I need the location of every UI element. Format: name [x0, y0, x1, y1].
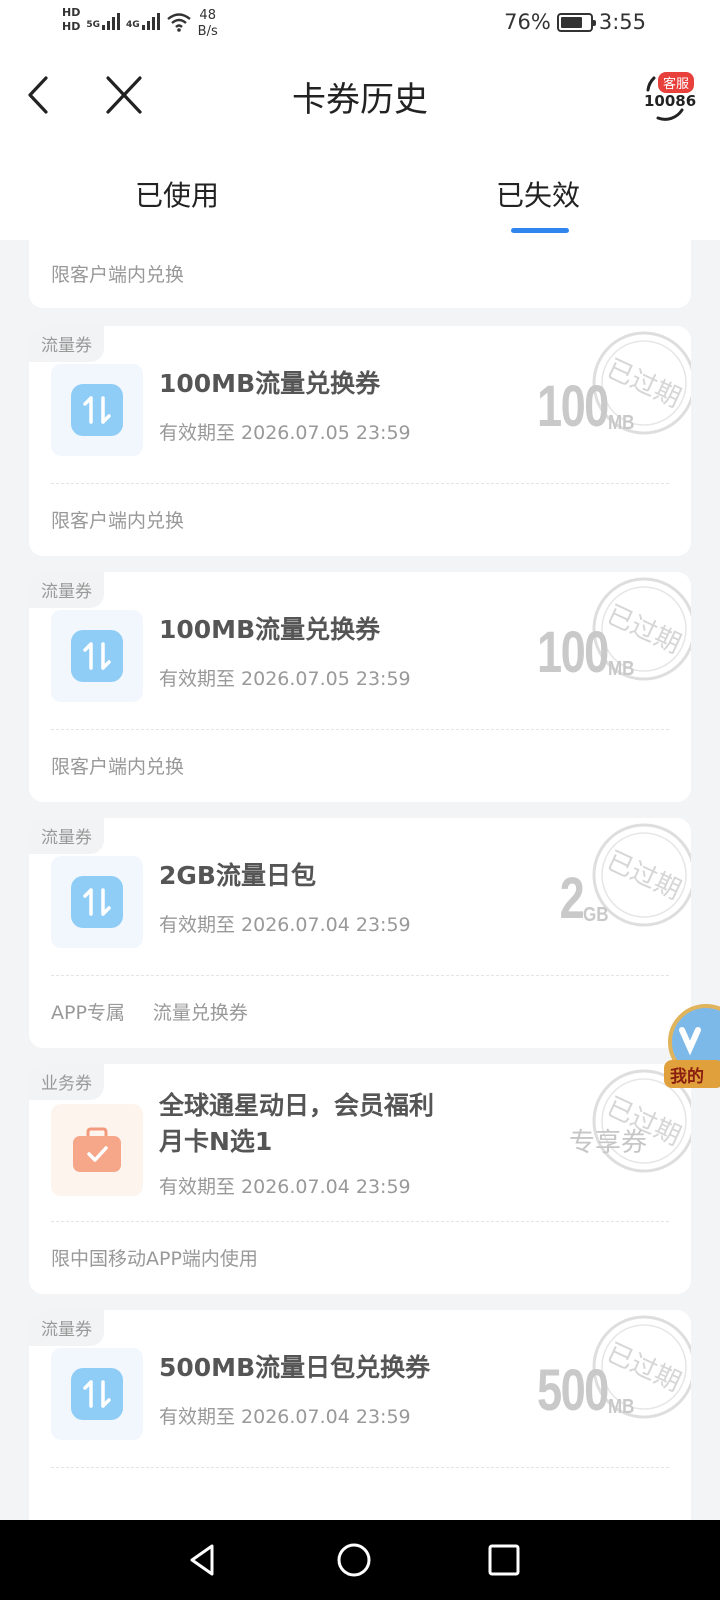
page-title: 卡券历史 [292, 80, 428, 120]
signal-bars-icon [141, 12, 160, 30]
circle-home-icon[interactable] [334, 1540, 374, 1580]
coupon-icon-box [51, 610, 143, 702]
coupon-icon-box [51, 1104, 143, 1196]
coupon-card[interactable]: 流量券 已过期 100MB流量兑换券 有效期至 2026.07.05 23:59… [29, 326, 691, 556]
coupon-type-tag: 流量券 [29, 818, 104, 854]
signal-2: 4G [126, 12, 160, 30]
service-number: 10086 [644, 92, 697, 110]
note-text: 限中国移动APP端内使用 [51, 1248, 258, 1270]
tab-bar: 已使用 已失效 [0, 168, 720, 240]
tab-used[interactable]: 已使用 [135, 174, 219, 214]
coupon-title-line: 全球通星动日，会员福利 [159, 1091, 435, 1120]
card-divider [51, 975, 669, 976]
hd-label: HD [62, 20, 81, 33]
data-transfer-icon [71, 630, 123, 682]
card-note: 限中国移动APP端内使用 [51, 1244, 258, 1271]
note-text: 限客户端内兑换 [51, 756, 185, 778]
coupon-value-number: 100 [537, 374, 609, 439]
signal-1: 5G [86, 12, 120, 30]
active-tab-indicator [511, 228, 569, 233]
system-nav-bar [0, 1520, 720, 1600]
note-text: 限客户端内兑换 [51, 510, 185, 532]
data-transfer-icon [71, 384, 123, 436]
coupon-icon-box [51, 856, 143, 948]
coupon-validity: 有效期至 2026.07.04 23:59 [159, 914, 411, 936]
card-note: 限客户端内兑换 [51, 752, 184, 779]
triangle-back-icon[interactable] [184, 1540, 224, 1580]
coupon-card-partial[interactable]: 限客户端内兑换 [29, 240, 691, 308]
coupon-value: 100 MB [517, 624, 639, 682]
coupon-value-unit: MB [607, 658, 635, 680]
coupon-value-unit: MB [607, 412, 635, 434]
coupon-value: 2 GB [553, 870, 613, 928]
signal-bars-icon [102, 12, 120, 30]
card-note: 限客户端内兑换 [51, 264, 185, 286]
status-bar: HD HD 5G 4G 48 B/s 76% 3:55 [0, 0, 720, 50]
speed-value: 48 [199, 8, 216, 23]
network-type-label: 5G [86, 20, 100, 30]
card-note: APP专属 流量兑换券 [51, 998, 248, 1025]
battery-percent: 76% [504, 10, 551, 34]
coupon-value-unit: GB [583, 904, 609, 926]
coupon-title: 100MB流量兑换券 [159, 369, 381, 398]
floating-badge-label: 我的 [670, 1067, 704, 1087]
coupon-title: 2GB流量日包 [159, 861, 316, 890]
network-speed: 48 B/s [198, 8, 218, 40]
card-divider [51, 1467, 669, 1468]
coupon-card[interactable]: 流量券 已过期 100MB流量兑换券 有效期至 2026.07.05 23:59… [29, 572, 691, 802]
coupon-icon-box [51, 364, 143, 456]
coupon-title: 100MB流量兑换券 [159, 615, 381, 644]
data-transfer-icon [71, 876, 123, 928]
coupon-card[interactable]: 流量券 已过期 2GB流量日包 有效期至 2026.07.04 23:59 2G… [29, 818, 691, 1048]
coupon-list[interactable]: 限客户端内兑换 流量券 已过期 100MB流量兑换券 有效期至 2026.07.… [0, 240, 720, 1520]
header: 卡券历史 客服 10086 已使用 已失效 [0, 50, 720, 240]
coupon-value: 100 MB [517, 378, 639, 436]
coupon-validity: 有效期至 2026.07.05 23:59 [159, 422, 411, 444]
network-type-label: 4G [126, 20, 140, 30]
briefcase-icon [73, 1127, 121, 1172]
coupon-value: 500 MB [517, 1362, 639, 1420]
coupon-title: 全球通星动日，会员福利 月卡N选1 [159, 1088, 434, 1160]
coupon-title: 500MB流量日包兑换券 [159, 1353, 431, 1382]
coupon-value-number: 100 [537, 620, 609, 685]
wifi-icon [166, 13, 191, 32]
svg-text:已过期: 已过期 [602, 846, 685, 906]
clock: 3:55 [598, 10, 646, 34]
coupon-type-tag: 流量券 [29, 1310, 104, 1346]
speed-unit: B/s [197, 24, 218, 39]
customer-service-button[interactable]: 客服 10086 [638, 70, 697, 122]
square-recents-icon[interactable] [484, 1540, 524, 1580]
note-text: APP专属 [51, 1002, 125, 1024]
coupon-card[interactable]: 流量券 已过期 500MB流量日包兑换券 有效期至 2026.07.04 23:… [29, 1310, 691, 1520]
coupon-value-number: 2 [559, 866, 584, 931]
coupon-value-number: 500 [537, 1358, 609, 1423]
coupon-type-tag: 流量券 [29, 326, 104, 362]
card-divider [51, 483, 669, 484]
hd-indicators: HD HD [62, 6, 80, 34]
coupon-value-unit: MB [607, 1396, 635, 1418]
coupon-type-tag: 流量券 [29, 572, 104, 608]
coupon-type-tag: 业务券 [29, 1064, 104, 1100]
coupon-value-text: 专享券 [568, 1128, 647, 1158]
coupon-card[interactable]: 业务券 已过期 全球通星动日，会员福利 月卡N选1 有效期至 2026.07.0… [29, 1064, 691, 1294]
coupon-validity: 有效期至 2026.07.05 23:59 [159, 668, 411, 690]
coupon-validity: 有效期至 2026.07.04 23:59 [159, 1406, 411, 1428]
battery-icon [556, 12, 596, 32]
card-divider [51, 729, 669, 730]
note-text: 流量兑换券 [152, 1002, 248, 1024]
tab-expired[interactable]: 已失效 [496, 174, 580, 214]
hd-label: HD [62, 6, 81, 19]
card-divider [51, 1221, 669, 1222]
service-badge: 客服 [657, 72, 694, 93]
coupon-title-line: 月卡N选1 [159, 1127, 273, 1156]
data-transfer-icon [71, 1368, 123, 1420]
floating-my-badge[interactable]: 我的 [664, 1000, 720, 1100]
coupon-icon-box [51, 1348, 143, 1440]
coupon-validity: 有效期至 2026.07.04 23:59 [159, 1176, 411, 1198]
card-note: 限客户端内兑换 [51, 506, 184, 533]
